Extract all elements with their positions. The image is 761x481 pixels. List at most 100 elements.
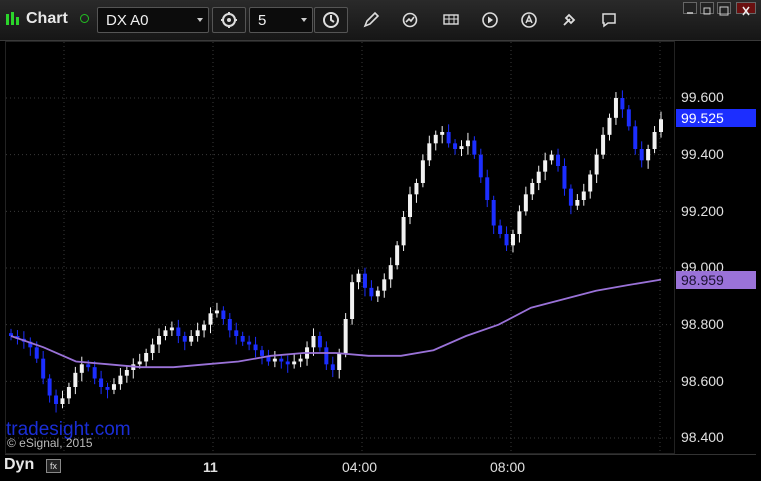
play-button[interactable]: [479, 9, 501, 31]
settings-button[interactable]: [212, 7, 246, 33]
interval-dropdown-icon[interactable]: [301, 18, 307, 22]
alert-icon: [521, 12, 537, 28]
notes-button[interactable]: [598, 9, 620, 31]
candle-body: [317, 336, 322, 348]
price-label: 99.600: [681, 89, 724, 105]
candle-body: [356, 273, 361, 283]
candle-body: [588, 174, 593, 192]
candle-body: [195, 330, 200, 336]
candle-body: [581, 191, 586, 200]
chart-plot-area[interactable]: [5, 41, 675, 454]
candle-body: [234, 330, 239, 336]
candle-body: [79, 364, 84, 373]
data-button[interactable]: [440, 9, 462, 31]
candle-body: [408, 194, 413, 217]
tools-icon: [563, 13, 576, 26]
candle-body: [543, 160, 548, 172]
dyn-settings-button[interactable]: fx: [46, 459, 61, 473]
candle-body: [60, 398, 65, 404]
candle-body: [639, 149, 644, 161]
candle-body: [510, 234, 515, 246]
candle-body: [568, 188, 573, 206]
candle-body: [272, 358, 277, 362]
tools-button[interactable]: [558, 9, 580, 31]
candle-body: [530, 183, 535, 195]
candle-body: [41, 358, 46, 379]
candle-body: [169, 327, 174, 331]
alert-button[interactable]: [518, 9, 540, 31]
close-icon: [742, 6, 750, 16]
candle-body: [388, 265, 393, 280]
candle-body: [86, 364, 91, 368]
refresh-button[interactable]: [399, 9, 421, 31]
candle-body: [144, 353, 149, 362]
symbol-input[interactable]: DX A0: [97, 7, 209, 33]
interval-input[interactable]: 5: [249, 7, 313, 33]
candle-body: [382, 279, 387, 291]
candle-body: [208, 313, 213, 325]
candle-body: [137, 361, 142, 365]
price-axis[interactable]: 99.600 99.400 99.200 99.000 98.800 98.60…: [676, 41, 756, 454]
candle-body: [240, 336, 245, 342]
time-label: 11: [203, 459, 218, 475]
candle-body: [157, 336, 162, 345]
price-label: 99.200: [681, 203, 724, 219]
candle-body: [324, 347, 329, 365]
price-label: 99.400: [681, 146, 724, 162]
window-title: Chart: [26, 10, 68, 27]
link-status-icon[interactable]: [80, 14, 89, 23]
time-settings-button[interactable]: [314, 7, 348, 33]
candle-body: [111, 384, 116, 390]
candle-body: [446, 132, 451, 144]
play-icon: [482, 12, 498, 28]
candle-body: [350, 282, 355, 319]
data-table-icon: [443, 14, 459, 25]
ma-price-flag: 98.959: [676, 271, 756, 289]
dyn-label: Dyn: [4, 456, 35, 473]
candle-body: [343, 319, 348, 353]
candle-body: [362, 273, 367, 288]
time-axis[interactable]: 11 04:00 08:00: [5, 454, 756, 479]
candle-body: [620, 98, 625, 110]
candle-body: [440, 132, 445, 135]
settings-icon: [221, 12, 237, 28]
copyright-text: © eSignal, 2015: [7, 436, 93, 450]
candle-body: [292, 361, 297, 365]
pencil-icon: [363, 11, 380, 28]
candle-body: [433, 134, 438, 144]
candle-body: [601, 134, 606, 155]
candle-body: [369, 287, 374, 297]
draw-tool-button[interactable]: [360, 9, 382, 31]
candle-body: [478, 154, 483, 178]
price-chart: [6, 42, 674, 453]
candle-body: [453, 143, 458, 149]
candle-body: [485, 177, 490, 200]
candle-body: [99, 378, 104, 387]
candle-body: [73, 372, 78, 387]
close-button[interactable]: [736, 2, 756, 16]
candle-body: [189, 336, 194, 342]
chart-toolbar: Chart DX A0 5: [0, 0, 761, 41]
candle-body: [227, 319, 232, 331]
symbol-dropdown-icon[interactable]: [197, 18, 203, 22]
candle-body: [279, 358, 284, 362]
maximize-button[interactable]: [717, 2, 731, 16]
time-label: 08:00: [490, 459, 526, 475]
minimize-icon: [687, 12, 693, 14]
candle-body: [459, 146, 464, 149]
symbol-value: DX A0: [106, 12, 149, 29]
restore-button[interactable]: [700, 2, 714, 15]
candle-body: [311, 336, 316, 348]
moving-average-line: [10, 278, 662, 369]
price-label: 98.800: [681, 316, 724, 332]
candle-body: [330, 364, 335, 370]
candle-body: [47, 378, 52, 396]
candle-body: [491, 200, 496, 226]
candle-body: [247, 341, 252, 345]
candle-body: [285, 361, 290, 365]
candle-body: [523, 194, 528, 212]
price-label: 98.600: [681, 373, 724, 389]
price-label: 98.400: [681, 429, 724, 445]
minimize-button[interactable]: [683, 2, 697, 14]
candle-body: [556, 154, 561, 166]
